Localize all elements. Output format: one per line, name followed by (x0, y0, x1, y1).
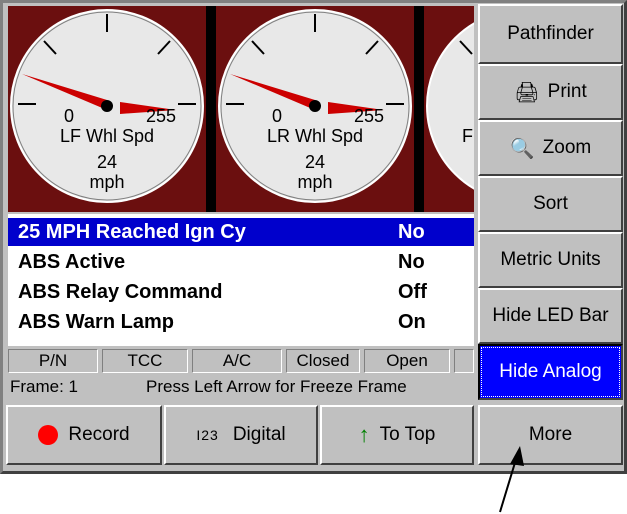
list-item[interactable]: 25 MPH Reached Ign Cy No (8, 218, 474, 246)
pathfinder-button[interactable]: Pathfinder (478, 4, 623, 64)
status-line: Frame: 1 Press Left Arrow for Freeze Fra… (8, 375, 474, 399)
gauge-unit: mph (297, 172, 333, 192)
gauge-min-label: 0 (64, 106, 75, 126)
param-name: 25 MPH Reached Ign Cy (18, 221, 246, 243)
zoom-button[interactable]: 🔍 Zoom (478, 120, 623, 176)
arrow-up-icon: ↑ (358, 422, 370, 447)
more-button[interactable]: More (478, 405, 623, 465)
print-label: Print (547, 81, 587, 102)
scan-tool-screen: 0 255 LF Whl Spd 24 mph 0 255 LR Whl Spd… (0, 0, 627, 474)
hide-analog-button[interactable]: Hide Analog (478, 344, 623, 400)
gauge-value: 24 (96, 152, 118, 172)
param-name: ABS Active (18, 251, 126, 273)
led-bar: P/N TCC A/C Closed Open (8, 349, 474, 373)
metric-units-button[interactable]: Metric Units (478, 232, 623, 288)
gauge-max-label: 255 (354, 106, 385, 126)
digital-123-icon: I23 (196, 427, 219, 443)
gauge-dial (426, 22, 474, 190)
gauge-title: LR Whl Spd (266, 126, 364, 146)
printer-icon: 🖨 (514, 81, 540, 104)
led-empty (454, 349, 474, 373)
parameter-list: 25 MPH Reached Ign Cy No ABS Active No A… (8, 214, 474, 346)
led-ac: A/C (192, 349, 282, 373)
record-dot-icon (38, 425, 59, 445)
hide-analog-label: Hide Analog (499, 361, 602, 382)
gauge-max-label: 255 (146, 106, 177, 126)
list-item[interactable]: ABS Warn Lamp On (8, 308, 474, 336)
gauge-min-label: 0 (272, 106, 283, 126)
led-closed: Closed (286, 349, 360, 373)
param-value: On (398, 311, 426, 333)
print-button[interactable]: 🖨 Print (478, 64, 623, 120)
to-top-button[interactable]: ↑ To Top (320, 405, 474, 465)
hide-led-bar-button[interactable]: Hide LED Bar (478, 288, 623, 344)
pathfinder-label: Pathfinder (507, 23, 594, 44)
record-button[interactable]: Record (6, 405, 162, 465)
record-label: Record (68, 424, 130, 445)
gauge-value: 24 (304, 152, 326, 172)
more-label: More (528, 424, 573, 445)
list-item[interactable]: ABS Relay Command Off (8, 278, 474, 306)
param-value: No (398, 221, 425, 243)
zoom-label: Zoom (542, 137, 592, 158)
led-pn: P/N (8, 349, 98, 373)
list-item[interactable]: ABS Active No (8, 248, 474, 276)
hide-led-bar-label: Hide LED Bar (492, 305, 609, 326)
digital-button[interactable]: I23 Digital (164, 405, 318, 465)
status-message: Press Left Arrow for Freeze Frame (146, 377, 407, 396)
to-top-label: To Top (379, 424, 436, 445)
gauge-title: F (462, 126, 473, 146)
gauge-lf-wheel-speed: 0 255 LF Whl Spd 24 mph (8, 6, 206, 212)
gauge-title: LF Whl Spd (59, 126, 155, 146)
led-open: Open (364, 349, 450, 373)
sort-button[interactable]: Sort (478, 176, 623, 232)
gauge-lr-wheel-speed: 0 255 LR Whl Spd 24 mph (216, 6, 414, 212)
param-value: No (398, 251, 425, 273)
param-name: ABS Relay Command (18, 281, 223, 303)
gauge-partial: ( F (424, 6, 474, 212)
analog-gauge-panel: 0 255 LF Whl Spd 24 mph 0 255 LR Whl Spd… (8, 6, 474, 212)
frame-number: Frame: 1 (10, 377, 79, 396)
gauge-unit: mph (89, 172, 125, 192)
metric-units-label: Metric Units (500, 249, 601, 270)
param-value: Off (398, 281, 427, 303)
sort-label: Sort (533, 193, 568, 214)
magnifier-icon: 🔍 (509, 137, 535, 160)
digital-label: Digital (232, 424, 286, 445)
led-tcc: TCC (102, 349, 188, 373)
param-name: ABS Warn Lamp (18, 311, 174, 333)
